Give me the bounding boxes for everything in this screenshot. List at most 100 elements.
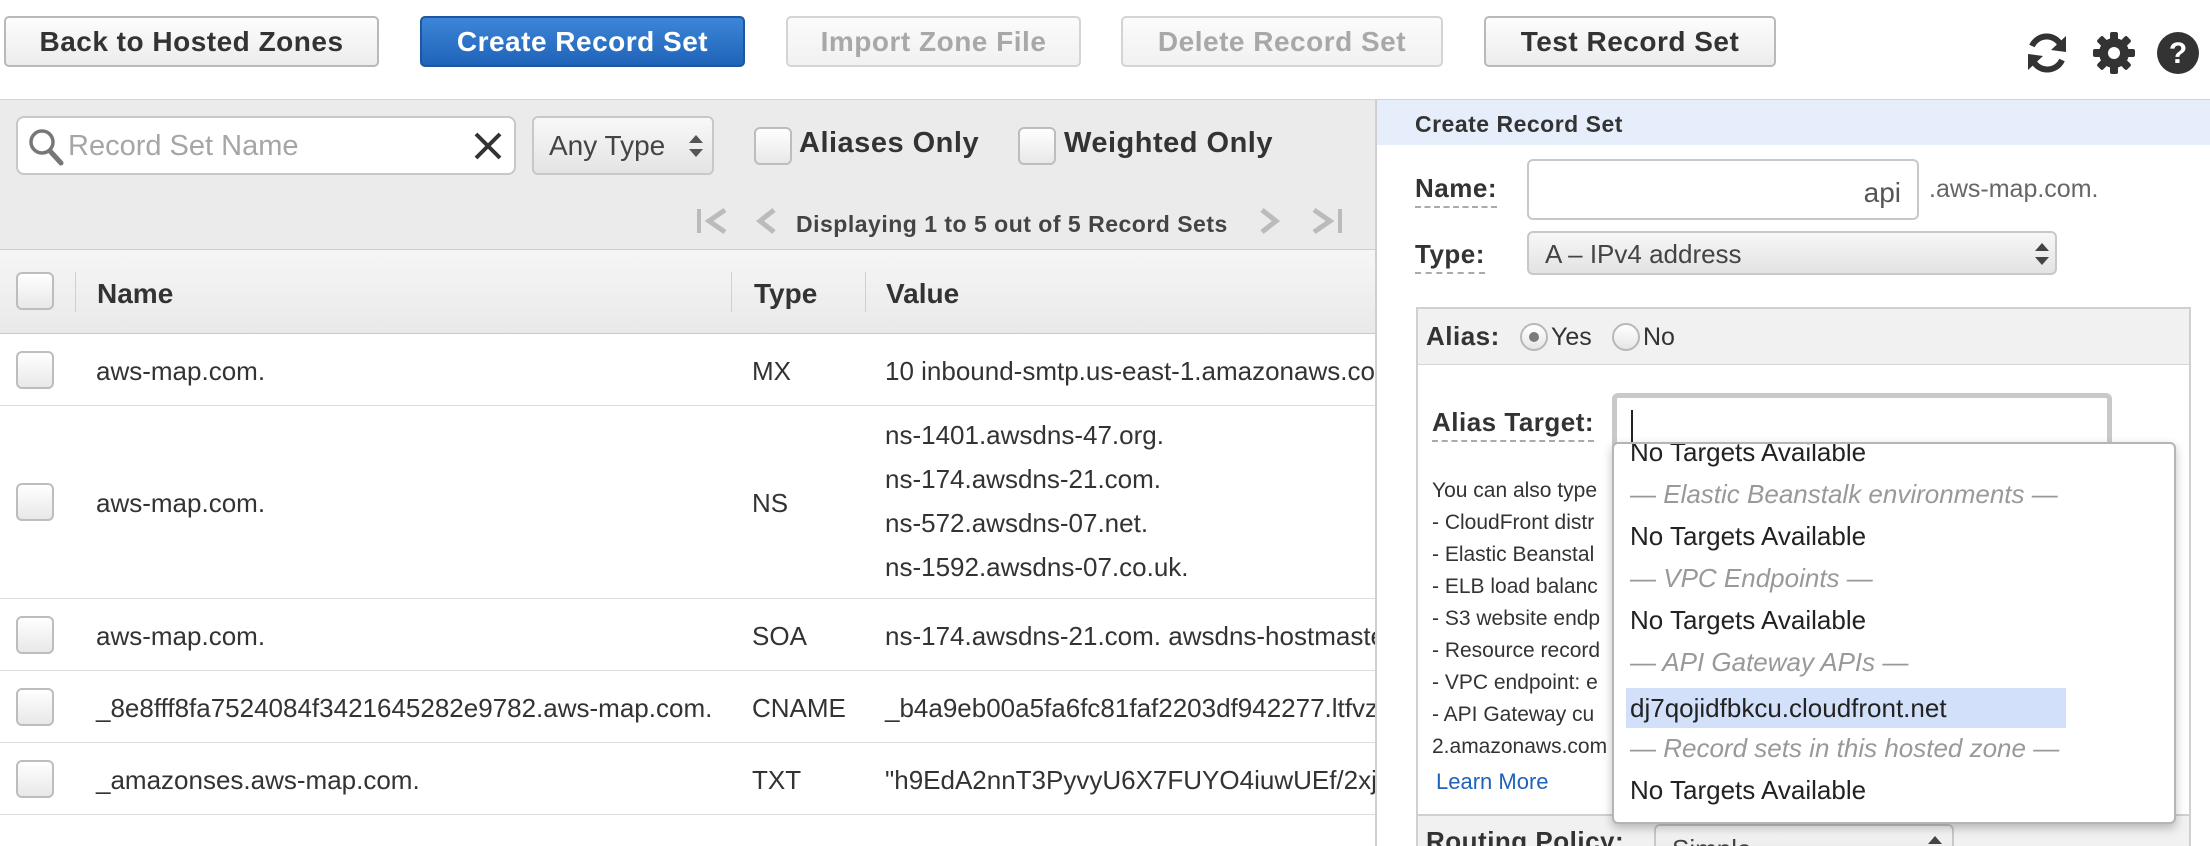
table-row[interactable]: aws-map.com. MX 10 inbound-smtp.us-east-… <box>0 334 1375 406</box>
record-type: SOA <box>752 621 807 651</box>
alias-yes-label: Yes <box>1551 323 1592 351</box>
name-label: Name: <box>1415 173 1497 208</box>
alias-no-label: No <box>1643 323 1675 351</box>
row-checkbox[interactable] <box>16 760 54 798</box>
record-value: ns-174.awsdns-21.com. awsdns-hostmaste <box>885 621 1375 651</box>
record-type-select[interactable]: Any Type <box>532 116 714 175</box>
alias-help-line: You can also type <box>1432 479 1598 502</box>
column-header-name[interactable]: Name <box>97 278 173 310</box>
record-type: TXT <box>752 765 802 795</box>
first-page-icon[interactable] <box>695 208 729 234</box>
column-divider <box>731 272 732 312</box>
record-name: aws-map.com. <box>96 488 266 518</box>
column-header-value[interactable]: Value <box>886 278 959 310</box>
table-row[interactable]: _8e8fff8fa7524084f3421645282e9782.aws-ma… <box>0 671 1375 743</box>
type-label: Type: <box>1415 239 1485 274</box>
record-type-dropdown-value: A – IPv4 address <box>1545 239 1742 269</box>
last-page-icon[interactable] <box>1310 208 1344 234</box>
column-header-type[interactable]: Type <box>754 278 817 310</box>
record-type: MX <box>752 356 791 386</box>
aliases-only-label: Aliases Only <box>799 127 980 159</box>
column-divider <box>75 272 76 312</box>
table-row[interactable]: aws-map.com. SOA ns-174.awsdns-21.com. a… <box>0 599 1375 671</box>
table-row[interactable]: aws-map.com. NS ns-1401.awsdns-47.org. n… <box>0 406 1375 599</box>
dropdown-option[interactable]: No Targets Available <box>1626 770 2066 810</box>
alias-help-line: 2.amazonaws.com <box>1432 735 1608 758</box>
aliases-only-checkbox[interactable] <box>754 127 792 165</box>
dropdown-option-selected[interactable]: dj7qojidfbkcu.cloudfront.net <box>1626 688 2066 728</box>
row-checkbox[interactable] <box>16 616 54 654</box>
pager-status: Displaying 1 to 5 out of 5 Record Sets <box>796 211 1228 237</box>
delete-record-set-button[interactable]: Delete Record Set <box>1121 16 1443 67</box>
select-arrows-icon <box>2035 243 2049 265</box>
search-icon <box>29 129 64 166</box>
dropdown-option[interactable]: No Targets Available <box>1626 600 2066 640</box>
create-record-set-button[interactable]: Create Record Set <box>420 16 745 67</box>
record-name-input[interactable]: api <box>1527 159 1919 220</box>
gear-icon[interactable] <box>2091 30 2137 76</box>
record-type: NS <box>752 488 789 518</box>
record-name: aws-map.com. <box>96 621 266 651</box>
record-set-name-search-input[interactable] <box>68 126 468 166</box>
dropdown-group-header: — Record sets in this hosted zone — <box>1630 733 2060 763</box>
back-to-hosted-zones-button[interactable]: Back to Hosted Zones <box>4 16 379 67</box>
clear-icon[interactable] <box>468 126 508 166</box>
record-value-line: ns-1401.awsdns-47.org. <box>885 420 1164 450</box>
table-row[interactable]: _amazonses.aws-map.com. TXT "h9EdA2nnT3P… <box>0 743 1375 815</box>
alias-target-label: Alias Target: <box>1432 407 1595 442</box>
row-checkbox[interactable] <box>16 483 54 521</box>
record-name: aws-map.com. <box>96 356 266 386</box>
help-icon[interactable]: ? <box>2155 30 2201 76</box>
test-record-set-button[interactable]: Test Record Set <box>1484 16 1776 67</box>
svg-text:?: ? <box>2169 37 2187 70</box>
select-arrows-icon <box>689 135 703 157</box>
dropdown-option[interactable]: No Targets Available <box>1626 516 2066 556</box>
record-type-dropdown[interactable]: A – IPv4 address <box>1527 231 2057 275</box>
alias-help-line: - S3 website endp <box>1432 607 1601 630</box>
alias-help-line: - ELB load balanc <box>1432 575 1598 598</box>
row-checkbox[interactable] <box>16 688 54 726</box>
record-name: _amazonses.aws-map.com. <box>96 765 420 795</box>
dropdown-group-header: — VPC Endpoints — <box>1630 563 1873 593</box>
record-value: _b4a9eb00a5fa6fc81faf2203df942277.ltfvz <box>885 693 1375 723</box>
record-value-line: ns-572.awsdns-07.net. <box>885 508 1149 538</box>
dropdown-group-header: — Elastic Beanstalk environments — <box>1630 479 2058 509</box>
dropdown-option[interactable]: No Targets Available <box>1626 444 2066 472</box>
select-arrows-icon <box>1928 836 1942 844</box>
record-name-value: api <box>1863 177 1901 208</box>
routing-policy-dropdown[interactable]: Simple <box>1654 824 1954 846</box>
alias-help-line: - Resource record <box>1432 639 1601 662</box>
filter-bar: Any Type Aliases Only Weighted Only Disp… <box>0 99 1375 250</box>
record-sets-pane: Any Type Aliases Only Weighted Only Disp… <box>0 99 1375 846</box>
alias-header: Alias: Yes No <box>1418 309 2189 365</box>
record-value-line: ns-174.awsdns-21.com. <box>885 464 1162 494</box>
text-caret <box>1631 410 1633 446</box>
row-checkbox[interactable] <box>16 351 54 389</box>
routing-policy-value: Simple <box>1672 834 1751 846</box>
record-type: CNAME <box>752 693 846 723</box>
record-name: _8e8fff8fa7524084f3421645282e9782.aws-ma… <box>96 693 713 723</box>
alias-help-line: - Elastic Beanstal <box>1432 543 1595 566</box>
domain-suffix: .aws-map.com. <box>1929 175 2099 203</box>
weighted-only-checkbox[interactable] <box>1018 127 1056 165</box>
alias-no-radio[interactable] <box>1612 323 1640 351</box>
table-header: Name Type Value <box>0 250 1375 334</box>
alias-help-line: - VPC endpoint: e <box>1432 671 1598 694</box>
toolbar: Back to Hosted Zones Create Record Set I… <box>0 0 2210 99</box>
record-type-select-value: Any Type <box>549 130 666 161</box>
prev-page-icon[interactable] <box>756 208 778 234</box>
dropdown-group-header: — API Gateway APIs — <box>1630 647 1909 677</box>
panel-title: Create Record Set <box>1377 99 2210 145</box>
routing-policy-label: Routing Policy: <box>1426 826 1624 846</box>
alias-help-line: - API Gateway cu <box>1432 703 1595 726</box>
refresh-icon[interactable] <box>2024 30 2070 76</box>
search-box <box>16 116 516 175</box>
learn-more-link[interactable]: Learn More <box>1436 769 1549 795</box>
next-page-icon[interactable] <box>1258 208 1280 234</box>
alias-label: Alias: <box>1426 321 1500 351</box>
import-zone-file-button[interactable]: Import Zone File <box>786 16 1081 67</box>
alias-yes-radio[interactable] <box>1520 323 1548 351</box>
record-value: "h9EdA2nnT3PyvyU6X7FUYO4iuwUEf/2xj" <box>885 765 1375 795</box>
select-all-checkbox[interactable] <box>16 272 54 310</box>
alias-target-dropdown: No Targets Available — Elastic Beanstalk… <box>1612 442 2176 824</box>
